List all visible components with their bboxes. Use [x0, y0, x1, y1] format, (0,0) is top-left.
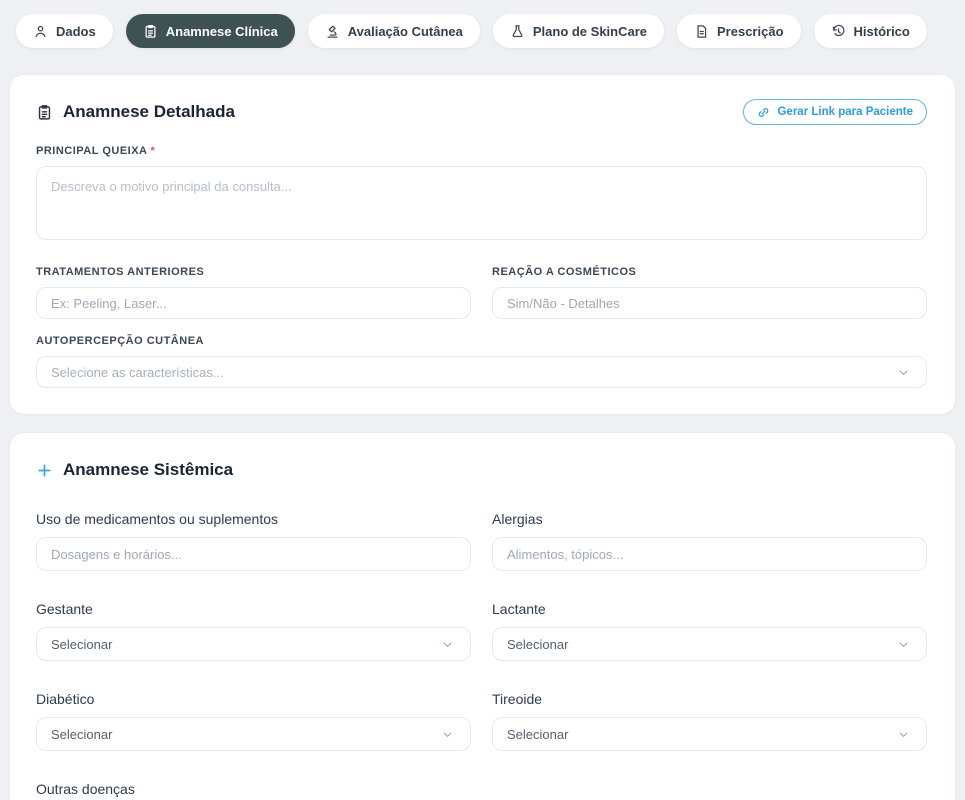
anamnese-sistemica-card: Anamnese Sistêmica Uso de medicamentos o…	[10, 433, 955, 800]
gestante-select[interactable]: Selecionar	[36, 627, 471, 661]
tratamentos-anteriores-group: TRATAMENTOS ANTERIORES	[36, 266, 471, 319]
generate-link-button[interactable]: Gerar Link para Paciente	[743, 99, 927, 125]
tab-bar: Dados Anamnese Clínica Avaliação Cutânea…	[0, 0, 965, 48]
clipboard-icon	[143, 24, 158, 39]
card-header: Anamnese Detalhada Gerar Link para Pacie…	[36, 99, 927, 125]
reacao-cosmeticos-label: REAÇÃO A COSMÉTICOS	[492, 266, 927, 278]
tab-label: Histórico	[854, 24, 910, 39]
chevron-down-icon	[441, 638, 454, 651]
gestante-group: Gestante Selecionar	[36, 601, 471, 661]
tab-dados[interactable]: Dados	[16, 14, 113, 48]
chevron-down-icon	[897, 638, 910, 651]
flask-icon	[510, 24, 525, 39]
tratamentos-anteriores-input[interactable]	[36, 287, 471, 319]
tab-label: Prescrição	[717, 24, 784, 39]
tab-prescricao[interactable]: Prescrição	[677, 14, 801, 48]
lactante-label: Lactante	[492, 601, 927, 617]
select-value: Selecionar	[507, 727, 568, 742]
medicamentos-group: Uso de medicamentos ou suplementos	[36, 511, 471, 571]
main-content: Anamnese Detalhada Gerar Link para Pacie…	[0, 75, 965, 800]
card-title: Anamnese Detalhada	[36, 102, 235, 122]
alergias-label: Alergias	[492, 511, 927, 527]
gestante-label: Gestante	[36, 601, 471, 617]
alergias-input[interactable]	[492, 537, 927, 571]
tab-avaliacao-cutanea[interactable]: Avaliação Cutânea	[308, 14, 480, 48]
card-title-text: Anamnese Sistêmica	[63, 460, 233, 480]
lactante-group: Lactante Selecionar	[492, 601, 927, 661]
reacao-cosmeticos-input[interactable]	[492, 287, 927, 319]
card-title: Anamnese Sistêmica	[36, 460, 233, 480]
tireoide-label: Tireoide	[492, 691, 927, 707]
tab-historico[interactable]: Histórico	[814, 14, 927, 48]
tab-anamnese-clinica[interactable]: Anamnese Clínica	[126, 14, 295, 48]
microscope-icon	[325, 24, 340, 39]
autopercepcao-cutanea-label: AUTOPERCEPÇÃO CUTÂNEA	[36, 335, 927, 347]
tab-label: Avaliação Cutânea	[348, 24, 463, 39]
select-value: Selecionar	[51, 727, 112, 742]
diabetico-group: Diabético Selecionar	[36, 691, 471, 751]
principal-queixa-label: PRINCIPAL QUEIXA*	[36, 145, 927, 157]
chevron-down-icon	[897, 366, 910, 379]
medicamentos-input[interactable]	[36, 537, 471, 571]
generate-link-label: Gerar Link para Paciente	[777, 106, 913, 118]
medicamentos-label: Uso de medicamentos ou suplementos	[36, 511, 471, 527]
alergias-group: Alergias	[492, 511, 927, 571]
tab-plano-skincare[interactable]: Plano de SkinCare	[493, 14, 664, 48]
plus-icon	[36, 462, 53, 479]
select-value: Selecionar	[507, 637, 568, 652]
tab-label: Dados	[56, 24, 96, 39]
diabetico-select[interactable]: Selecionar	[36, 717, 471, 751]
lactante-select[interactable]: Selecionar	[492, 627, 927, 661]
anamnese-detalhada-card: Anamnese Detalhada Gerar Link para Pacie…	[10, 75, 955, 414]
card-title-text: Anamnese Detalhada	[63, 102, 235, 122]
select-value: Selecionar	[51, 637, 112, 652]
user-icon	[33, 24, 48, 39]
chevron-down-icon	[897, 728, 910, 741]
diabetico-label: Diabético	[36, 691, 471, 707]
tab-label: Plano de SkinCare	[533, 24, 647, 39]
reacao-cosmeticos-group: REAÇÃO A COSMÉTICOS	[492, 266, 927, 319]
select-placeholder: Selecione as características...	[51, 365, 224, 380]
chevron-down-icon	[441, 728, 454, 741]
principal-queixa-textarea[interactable]	[36, 166, 927, 240]
outras-doencas-label: Outras doenças	[36, 781, 927, 797]
history-icon	[831, 24, 846, 39]
link-icon	[757, 106, 770, 119]
autopercepcao-cutanea-select[interactable]: Selecione as características...	[36, 356, 927, 388]
tireoide-group: Tireoide Selecionar	[492, 691, 927, 751]
tireoide-select[interactable]: Selecionar	[492, 717, 927, 751]
tratamentos-anteriores-label: TRATAMENTOS ANTERIORES	[36, 266, 471, 278]
document-icon	[694, 24, 709, 39]
clipboard-icon	[36, 104, 53, 121]
required-asterisk: *	[151, 145, 156, 157]
tab-label: Anamnese Clínica	[166, 24, 278, 39]
